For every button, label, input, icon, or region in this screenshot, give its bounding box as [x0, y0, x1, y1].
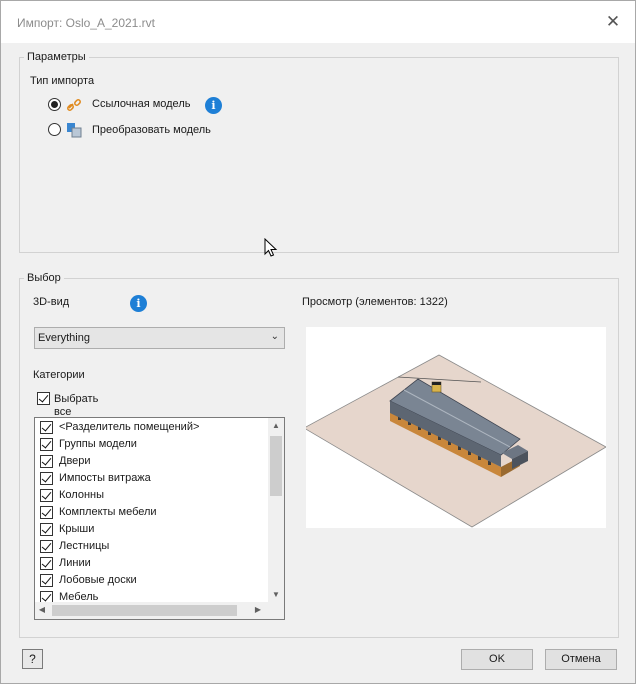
list-item[interactable]: Импосты витража [35, 470, 269, 487]
list-item[interactable]: Крыши [35, 521, 269, 538]
category-checkbox[interactable] [40, 557, 53, 570]
params-group [19, 57, 619, 253]
view-info-icon[interactable]: i [130, 295, 147, 312]
select-all[interactable]: Выбрать все [37, 391, 117, 419]
categories-label: Категории [33, 369, 85, 381]
category-label: Двери [59, 455, 91, 467]
close-button[interactable]: ✕ [601, 11, 625, 35]
category-label: Крыши [59, 523, 95, 535]
convert-model-label: Преобразовать модель [92, 124, 211, 136]
scroll-down-icon[interactable]: ▼ [268, 590, 284, 599]
category-checkbox[interactable] [40, 574, 53, 587]
horizontal-scrollbar[interactable]: ◀ ▶ [35, 602, 284, 619]
select-all-label-line1: Выбрать [54, 393, 99, 405]
help-button[interactable]: ? [22, 649, 43, 669]
window-title: Импорт: Oslo_A_2021.rvt [17, 16, 156, 30]
preview-label: Просмотр (элементов: 1322) [302, 296, 448, 308]
link-icon [67, 99, 81, 111]
title-bar: Импорт: Oslo_A_2021.rvt ✕ [1, 1, 635, 43]
list-item[interactable]: Комплекты мебели [35, 504, 269, 521]
select-all-checkbox[interactable] [37, 392, 50, 405]
category-checkbox[interactable] [40, 489, 53, 502]
selection-legend: Выбор [24, 272, 64, 284]
option-convert-model[interactable]: Преобразовать модель [47, 122, 227, 140]
option-link-model[interactable]: Ссылочная модель [47, 96, 227, 114]
convert-model-radio[interactable] [48, 123, 61, 136]
category-checkbox[interactable] [40, 506, 53, 519]
view-label: 3D-вид [33, 296, 70, 308]
view-dropdown[interactable]: Everything ⌄ [34, 327, 285, 349]
list-item[interactable]: Колонны [35, 487, 269, 504]
category-checkbox[interactable] [40, 540, 53, 553]
vertical-scrollbar[interactable]: ▲ ▼ [268, 418, 284, 603]
chevron-down-icon: ⌄ [270, 331, 279, 342]
category-checkbox[interactable] [40, 421, 53, 434]
category-label: Линии [59, 557, 91, 569]
import-dialog: Импорт: Oslo_A_2021.rvt ✕ Параметры Тип … [0, 0, 636, 684]
list-item[interactable]: Двери [35, 453, 269, 470]
category-label: Колонны [59, 489, 104, 501]
list-item[interactable]: <Разделитель помещений> [35, 419, 269, 436]
categories-list[interactable]: <Разделитель помещений> Группы модели Дв… [34, 417, 285, 620]
import-type-label: Тип импорта [30, 75, 95, 87]
link-model-label: Ссылочная модель [92, 98, 191, 110]
category-label: Лобовые доски [59, 574, 137, 586]
category-label: <Разделитель помещений> [59, 421, 200, 433]
category-checkbox[interactable] [40, 523, 53, 536]
params-legend: Параметры [24, 51, 89, 63]
horizontal-scroll-thumb[interactable] [52, 605, 237, 616]
category-label: Импосты витража [59, 472, 151, 484]
list-item[interactable]: Лобовые доски [35, 572, 269, 589]
category-checkbox[interactable] [40, 472, 53, 485]
ok-button[interactable]: OK [461, 649, 533, 670]
view-dropdown-value: Everything [38, 332, 90, 344]
category-label: Лестницы [59, 540, 110, 552]
scroll-left-icon[interactable]: ◀ [35, 605, 49, 614]
vertical-scroll-thumb[interactable] [270, 436, 282, 496]
convert-model-icon [67, 123, 82, 138]
link-info-icon[interactable]: i [205, 97, 222, 114]
cancel-button[interactable]: Отмена [545, 649, 617, 670]
list-item[interactable]: Линии [35, 555, 269, 572]
list-item[interactable]: Группы модели [35, 436, 269, 453]
link-model-radio[interactable] [48, 98, 61, 111]
mouse-cursor-icon [264, 238, 278, 257]
category-checkbox[interactable] [40, 455, 53, 468]
category-checkbox[interactable] [40, 438, 53, 451]
model-preview [303, 327, 607, 528]
scroll-right-icon[interactable]: ▶ [251, 605, 265, 614]
scroll-up-icon[interactable]: ▲ [268, 421, 284, 430]
list-item[interactable]: Лестницы [35, 538, 269, 555]
category-label: Группы модели [59, 438, 137, 450]
building-preview-image [303, 354, 607, 528]
category-label: Комплекты мебели [59, 506, 157, 518]
